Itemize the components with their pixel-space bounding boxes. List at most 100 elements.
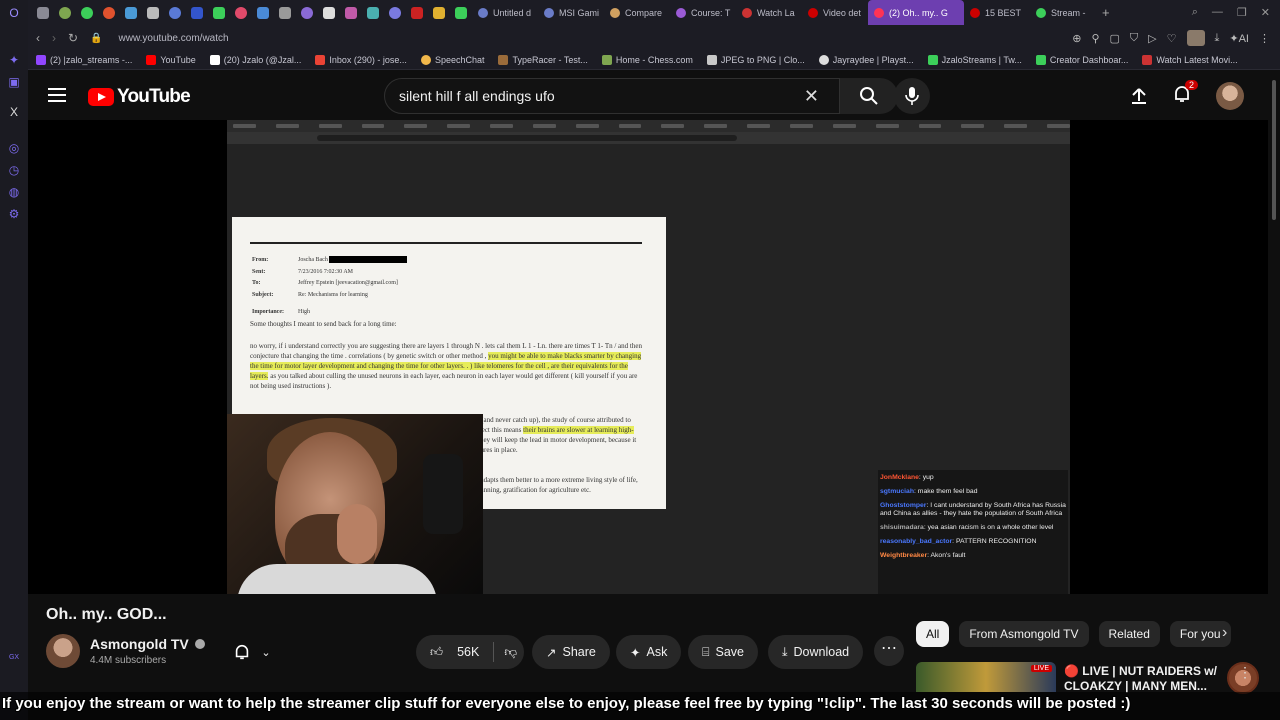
sidebar-player-icon[interactable]: ◎: [6, 140, 22, 156]
tab-icon[interactable]: [384, 0, 406, 25]
tab-stream[interactable]: Stream -: [1030, 0, 1096, 25]
sidebar-ai-icon[interactable]: ✦: [6, 52, 22, 68]
more-actions-button[interactable]: ⋯: [874, 636, 904, 666]
sidebar-gx-icon[interactable]: GX: [6, 650, 22, 666]
download-icon[interactable]: ⤓: [1215, 32, 1220, 45]
ask-button[interactable]: ✦ Ask: [616, 635, 682, 669]
chip-all[interactable]: All: [916, 621, 950, 647]
site-info-icon[interactable]: 🔒: [90, 33, 102, 44]
tab-icon[interactable]: [318, 0, 340, 25]
sidebar-settings-icon[interactable]: ⚙: [6, 206, 22, 222]
tab-msi[interactable]: MSI Gami: [538, 0, 604, 25]
bookmark-item[interactable]: JzaloStreams | Tw...: [927, 55, 1022, 65]
forward-icon[interactable]: ›: [52, 31, 56, 45]
minimize-icon[interactable]: —: [1212, 6, 1223, 19]
bookmark-item[interactable]: YouTube: [146, 55, 196, 65]
tab-icon[interactable]: [186, 0, 208, 25]
close-window-icon[interactable]: ✕: [1261, 6, 1270, 19]
bookmark-item[interactable]: Inbox (290) - jose...: [315, 55, 407, 65]
like-button[interactable]: 👍︎ 56K 👎︎: [416, 635, 524, 669]
tab-icon[interactable]: [98, 0, 120, 25]
account-avatar[interactable]: [1216, 82, 1244, 110]
tab-icon[interactable]: [406, 0, 428, 25]
tab-icon[interactable]: [450, 0, 472, 25]
bookmark-item[interactable]: Watch Latest Movi...: [1142, 55, 1238, 65]
thumbs-down-icon[interactable]: 👎︎: [504, 645, 517, 660]
tab-icon[interactable]: [230, 0, 252, 25]
channel-avatar[interactable]: [46, 634, 80, 668]
url-field[interactable]: www.youtube.com/watch: [119, 33, 229, 44]
notifications-button[interactable]: 2: [1172, 79, 1198, 109]
tab-icon[interactable]: [76, 0, 98, 25]
profile-avatar[interactable]: [1186, 30, 1205, 46]
tab-icon[interactable]: [428, 0, 450, 25]
sidebar-aria-icon[interactable]: ▣: [6, 74, 22, 90]
tab-15-best[interactable]: 15 BEST: [964, 0, 1030, 25]
channel-name[interactable]: Asmongold TV: [90, 636, 205, 652]
search-tabs-icon[interactable]: ⌕: [1192, 6, 1198, 19]
bookmark-item[interactable]: SpeechChat: [420, 55, 484, 65]
zoom-icon[interactable]: ⊕: [1072, 32, 1081, 45]
bookmark-item[interactable]: Jayraydee | Playst...: [818, 55, 914, 65]
tab-untitled[interactable]: Untitled d: [472, 0, 538, 25]
bookmark-item[interactable]: TypeRacer - Test...: [498, 55, 588, 65]
chip-related[interactable]: Related: [1098, 621, 1160, 647]
snapshot-icon[interactable]: ▢: [1110, 32, 1120, 45]
tab-compare[interactable]: Compare: [604, 0, 670, 25]
stream-ticker-overlay: If you enjoy the stream or want to help …: [0, 692, 1280, 720]
subscription-bell-button[interactable]: ⌄: [222, 636, 282, 668]
tab-video-details[interactable]: Video det: [802, 0, 868, 25]
upload-icon[interactable]: [1130, 87, 1148, 105]
thumbs-up-icon: 👍︎: [430, 644, 444, 659]
tab-watch-later[interactable]: Watch La: [736, 0, 802, 25]
sidebar-x-icon[interactable]: X: [6, 104, 22, 120]
menu-icon[interactable]: ⋮: [1259, 32, 1270, 45]
bookmark-item[interactable]: (2) |zalo_streams -...: [36, 55, 132, 65]
tab-icon[interactable]: [274, 0, 296, 25]
recommendation-menu-icon[interactable]: ⋮: [1238, 664, 1252, 681]
share-button[interactable]: ↗ Share: [532, 635, 610, 669]
tab-course[interactable]: Course: T: [670, 0, 736, 25]
sidebar-history-icon[interactable]: ◷: [6, 162, 22, 178]
recommendation-title[interactable]: 🔴 LIVE | NUT RAIDERS w/ CLOAKZY | MANY M…: [1064, 664, 1224, 694]
tab-icon[interactable]: [32, 0, 54, 25]
sidebar-messenger-icon[interactable]: ◍: [6, 184, 22, 200]
bookmark-item[interactable]: JPEG to PNG | Clo...: [706, 55, 805, 65]
tab-icon[interactable]: [362, 0, 384, 25]
back-icon[interactable]: ‹: [36, 31, 40, 45]
bookmark-item[interactable]: Creator Dashboar...: [1035, 55, 1128, 65]
reload-icon[interactable]: ↻: [68, 31, 78, 45]
recommendation-thumbnail[interactable]: LIVE: [916, 662, 1056, 692]
tab-icon[interactable]: [252, 0, 274, 25]
ai-button[interactable]: ✦AI: [1229, 32, 1249, 45]
chevron-right-icon[interactable]: ›: [1222, 624, 1227, 642]
play-icon[interactable]: ▷: [1148, 32, 1156, 45]
save-button[interactable]: ⌸ Save: [688, 635, 759, 669]
tab-icon[interactable]: [164, 0, 186, 25]
video-player[interactable]: From: Joscha Bach Sent: 7/23/2016 7:02:30 …: [28, 120, 1268, 694]
bookmark-item[interactable]: Home - Chess.com: [601, 55, 693, 65]
opera-logo-icon[interactable]: O: [6, 5, 22, 21]
chip-from-channel[interactable]: From Asmongold TV: [959, 621, 1089, 647]
clear-search-icon[interactable]: ✕: [804, 86, 819, 107]
tab-icon[interactable]: [54, 0, 76, 25]
search-input[interactable]: silent hill f all endings ufo ✕: [384, 78, 840, 114]
maximize-icon[interactable]: ❐: [1237, 6, 1247, 19]
shield-icon[interactable]: ⛉: [1130, 32, 1138, 45]
scrollbar[interactable]: [1272, 80, 1276, 220]
tab-active-video[interactable]: (2) Oh.. my.. G: [868, 0, 964, 25]
tab-icon[interactable]: [340, 0, 362, 25]
bookmark-item[interactable]: (20) Jzalo (@Jzal...: [209, 55, 301, 65]
tab-icon[interactable]: [208, 0, 230, 25]
pin-icon[interactable]: ⚲: [1091, 32, 1099, 45]
heart-icon[interactable]: ♡: [1167, 32, 1177, 45]
download-button[interactable]: ⤓ Download: [768, 635, 864, 669]
voice-search-button[interactable]: [894, 78, 930, 114]
tab-icon[interactable]: [142, 0, 164, 25]
youtube-logo[interactable]: YouTube: [88, 86, 191, 108]
menu-icon[interactable]: [48, 88, 66, 102]
search-button[interactable]: [840, 78, 898, 114]
new-tab-plus-icon[interactable]: +: [1102, 5, 1110, 20]
tab-icon[interactable]: [296, 0, 318, 25]
tab-icon[interactable]: [120, 0, 142, 25]
